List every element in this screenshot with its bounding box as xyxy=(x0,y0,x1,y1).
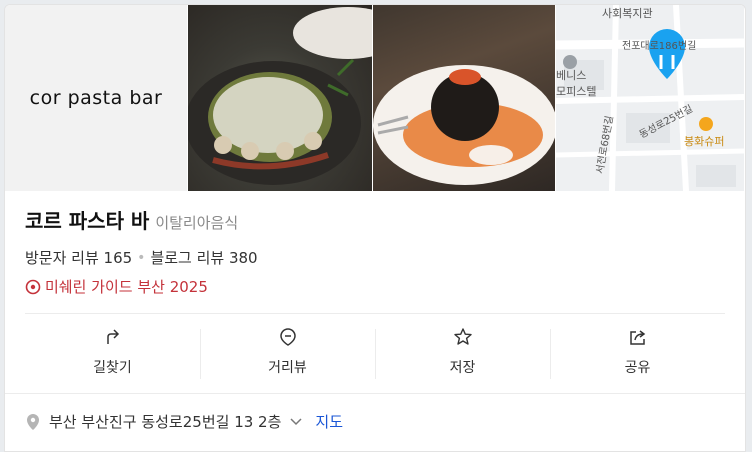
location-map[interactable]: 사회복지관 전포대로186번길 베니스 모피스텔 동성로25번길 서전로68번길… xyxy=(556,5,744,191)
food-photo-1-image xyxy=(188,7,372,185)
photo-gallery: cor pasta bar 사회복지관 전포대로186번길 베니스 모피스텔 동… xyxy=(5,5,745,191)
save-button[interactable]: 저장 xyxy=(375,323,550,387)
divider xyxy=(25,313,725,314)
place-name[interactable]: 코르 파스타 바 xyxy=(25,205,149,234)
map-label-4: 모피스텔 xyxy=(556,85,597,98)
address-text[interactable]: 부산 부산진구 동성로25번길 13 2층 xyxy=(49,411,281,432)
streetview-label: 거리뷰 xyxy=(268,360,307,376)
food-photo-2[interactable] xyxy=(373,5,555,191)
directions-button[interactable]: 길찾기 xyxy=(25,323,200,387)
logo-tile[interactable]: cor pasta bar xyxy=(5,5,187,191)
location-pin-icon xyxy=(27,413,39,430)
map-link[interactable]: 지도 xyxy=(315,411,343,432)
action-bar: 길찾기 거리뷰 저장 공유 xyxy=(25,323,725,387)
share-button[interactable]: 공유 xyxy=(550,323,725,387)
blog-reviews-link[interactable]: 블로그 리뷰 380 xyxy=(150,247,257,268)
food-photo-2-image xyxy=(373,65,555,185)
directions-icon xyxy=(106,329,119,344)
streetview-icon xyxy=(279,328,296,346)
map-label-2: 전포대로186번길 xyxy=(622,41,697,52)
address-row: 부산 부산진구 동성로25번길 13 2층 지도 xyxy=(25,411,343,432)
map-label-7: 봉화슈퍼 xyxy=(684,135,725,148)
save-label: 저장 xyxy=(449,360,476,376)
michelin-label: 미쉐린 가이드 부산 2025 xyxy=(45,278,208,296)
streetview-button[interactable]: 거리뷰 xyxy=(200,323,375,387)
address-bar: 부산 부산진구 동성로25번길 13 2층 지도 xyxy=(5,393,745,451)
map-label-1: 사회복지관 xyxy=(602,7,653,20)
share-icon xyxy=(629,330,645,345)
share-label: 공유 xyxy=(624,360,651,376)
directions-label: 길찾기 xyxy=(93,360,132,376)
michelin-icon xyxy=(25,279,41,294)
separator-dot: • xyxy=(137,249,146,266)
review-counts: 방문자 리뷰 165 • 블로그 리뷰 380 xyxy=(25,247,725,268)
map-label-3: 베니스 xyxy=(556,69,587,82)
chevron-down-icon[interactable] xyxy=(289,417,303,427)
visitor-reviews-link[interactable]: 방문자 리뷰 165 xyxy=(25,247,132,268)
place-info: 코르 파스타 바 이탈리아음식 방문자 리뷰 165 • 블로그 리뷰 380 … xyxy=(25,205,725,297)
title-row: 코르 파스타 바 이탈리아음식 xyxy=(25,205,725,235)
michelin-badge[interactable]: 미쉐린 가이드 부산 2025 xyxy=(25,276,725,297)
star-icon xyxy=(453,328,472,345)
place-category: 이탈리아음식 xyxy=(155,214,239,232)
food-photo-1[interactable] xyxy=(188,5,372,191)
place-card: cor pasta bar 사회복지관 전포대로186번길 베니스 모피스텔 동… xyxy=(4,4,746,452)
restaurant-logo: cor pasta bar xyxy=(29,87,163,109)
